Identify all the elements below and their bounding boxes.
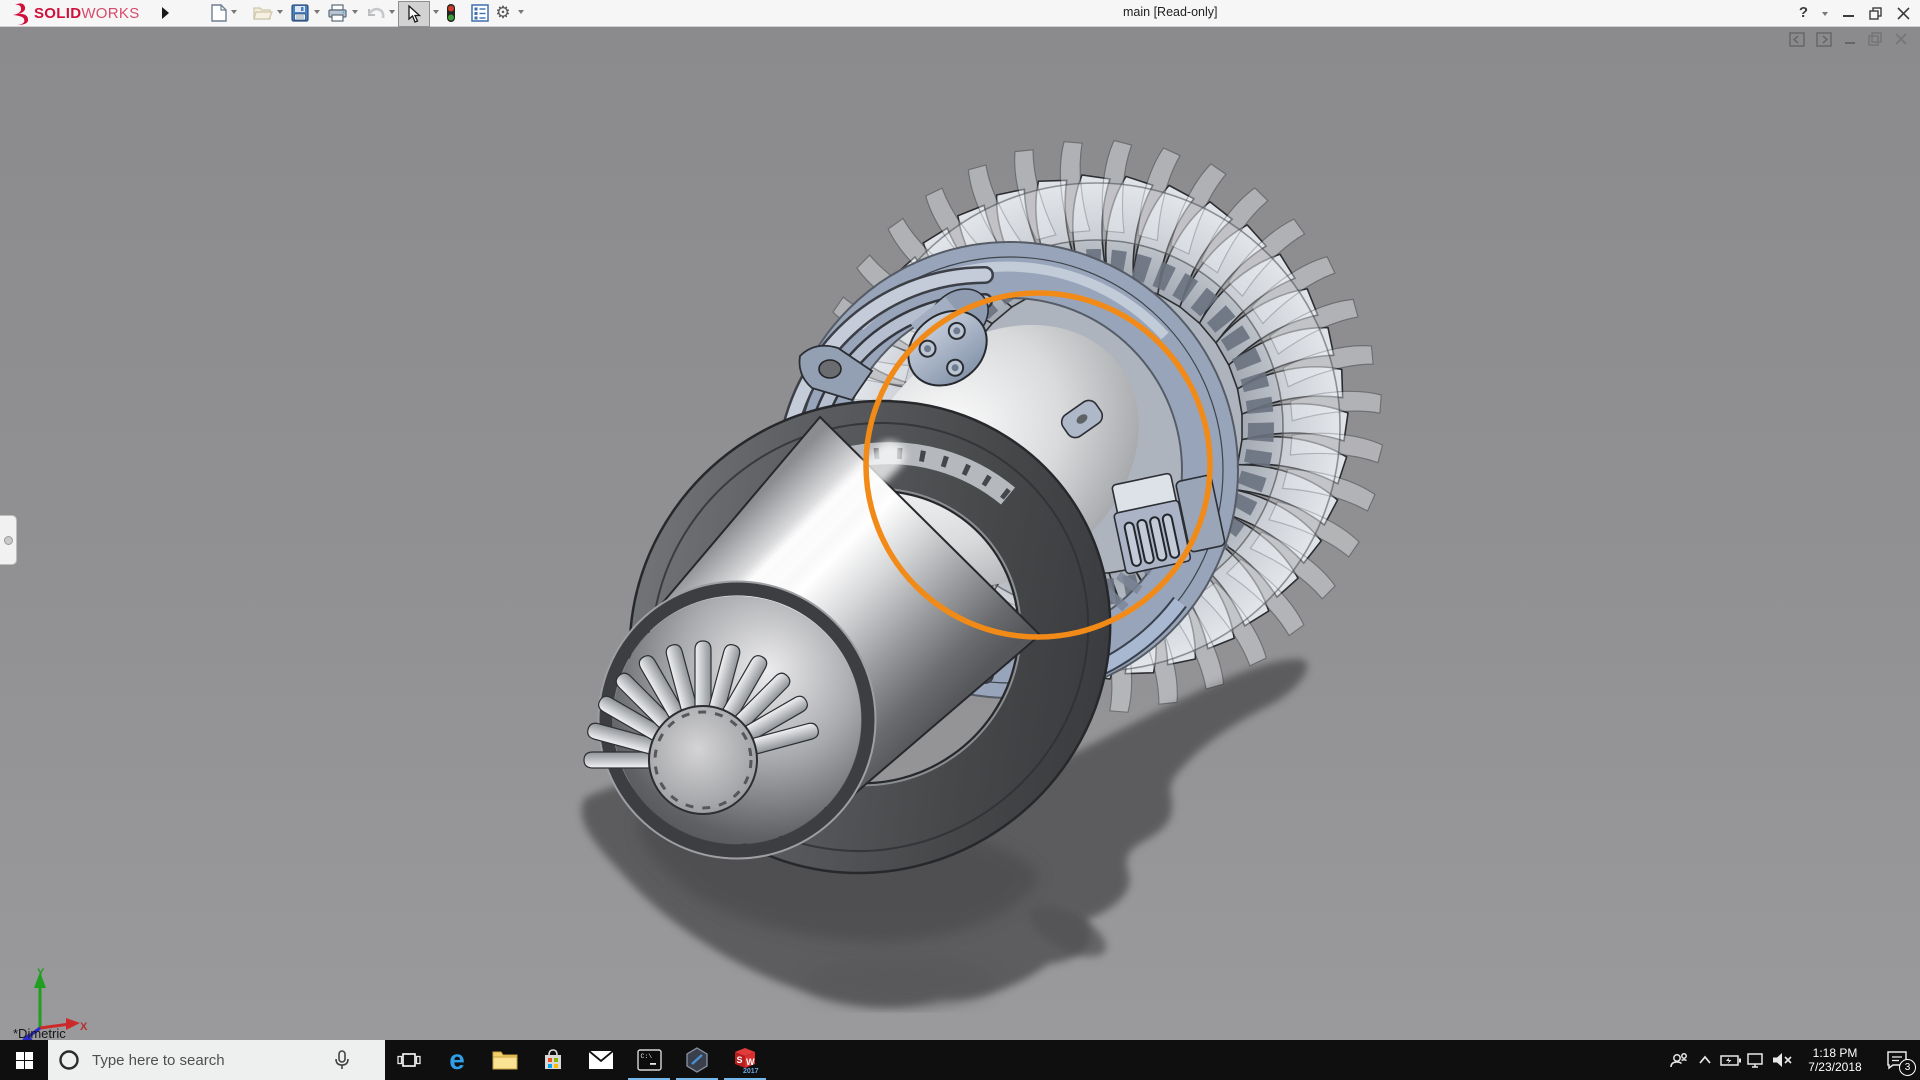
windows-taskbar: e C:\ S W 2017: [0, 1040, 1920, 1080]
system-tray: 1:18 PM 7/23/2018 3: [1666, 1040, 1920, 1080]
model-viewport[interactable]: [0, 26, 1920, 1040]
save-icon[interactable]: [289, 2, 311, 24]
menu-flyout-arrow[interactable]: [158, 3, 172, 23]
chevron-up-icon[interactable]: [1692, 1040, 1718, 1080]
shaft-hub: [649, 706, 757, 814]
close-icon[interactable]: [1894, 32, 1908, 47]
notification-badge: 3: [1899, 1059, 1916, 1076]
svg-text:S: S: [737, 1055, 743, 1065]
titlebar: SOLIDWORKS ⚙ main [Read-only] ?: [0, 0, 1920, 27]
action-center-icon[interactable]: 3: [1874, 1040, 1920, 1080]
edge-browser-icon[interactable]: e: [433, 1040, 481, 1080]
network-icon[interactable]: [1744, 1040, 1770, 1080]
svg-text:W: W: [746, 1057, 755, 1067]
print-icon[interactable]: [326, 2, 348, 24]
graphics-area[interactable]: Y X *Dimetric: [0, 26, 1920, 1040]
appearance-traffic-light-icon[interactable]: [440, 2, 462, 24]
hexagon-app-icon[interactable]: [673, 1040, 721, 1080]
new-dropdown-caret[interactable]: [231, 10, 237, 14]
restore-icon[interactable]: [1868, 32, 1883, 47]
select-dropdown-caret[interactable]: [433, 10, 439, 14]
taskbar-clock[interactable]: 1:18 PM 7/23/2018: [1796, 1046, 1874, 1074]
document-window-controls: [1789, 32, 1908, 47]
minimize-icon[interactable]: [1843, 32, 1857, 47]
close-button[interactable]: [1897, 7, 1910, 20]
solidworks-logo: SOLIDWORKS: [0, 0, 140, 26]
svg-text:2017: 2017: [743, 1068, 759, 1074]
select-cursor-icon[interactable]: [398, 1, 430, 27]
mail-icon[interactable]: [577, 1040, 625, 1080]
open-icon[interactable]: [252, 2, 274, 24]
brand-solid: SOLID: [34, 5, 81, 22]
taskbar-search[interactable]: [48, 1040, 385, 1080]
display-pane-icon[interactable]: [469, 2, 491, 24]
help-button[interactable]: ?: [1799, 0, 1808, 26]
pane-right-icon[interactable]: [1816, 32, 1832, 47]
print-dropdown-caret[interactable]: [352, 10, 358, 14]
options-dropdown-caret[interactable]: [518, 10, 524, 14]
undo-dropdown-caret[interactable]: [389, 10, 395, 14]
view-orientation-label: *Dimetric: [13, 1026, 66, 1040]
minimize-button[interactable]: [1842, 7, 1855, 20]
brand-works: WORKS: [81, 5, 139, 22]
help-dropdown-caret[interactable]: [1822, 12, 1828, 16]
options-gear-icon[interactable]: ⚙: [492, 2, 514, 24]
battery-icon[interactable]: [1718, 1040, 1744, 1080]
search-input[interactable]: [90, 1051, 324, 1070]
clock-time: 1:18 PM: [1800, 1046, 1870, 1060]
cortana-icon: [58, 1049, 80, 1071]
new-document-icon[interactable]: [208, 2, 230, 24]
start-button[interactable]: [0, 1040, 48, 1080]
triad-y-label: Y: [37, 967, 45, 979]
undo-icon[interactable]: [364, 2, 386, 24]
window-title: main [Read-only]: [1123, 5, 1218, 19]
file-explorer-icon[interactable]: [481, 1040, 529, 1080]
people-icon[interactable]: [1666, 1040, 1692, 1080]
microphone-icon[interactable]: [334, 1049, 350, 1071]
microsoft-store-icon[interactable]: [529, 1040, 577, 1080]
feature-tree-flyout-tab[interactable]: [0, 515, 17, 565]
triad-x-label: X: [80, 1021, 88, 1033]
task-view-button[interactable]: [385, 1040, 433, 1080]
save-dropdown-caret[interactable]: [314, 10, 320, 14]
clock-date: 7/23/2018: [1800, 1060, 1870, 1074]
dassault-3ds-mark: [8, 0, 34, 26]
svg-text:C:\: C:\: [640, 1053, 652, 1060]
pane-left-icon[interactable]: [1789, 32, 1805, 47]
open-dropdown-caret[interactable]: [277, 10, 283, 14]
volume-muted-icon[interactable]: [1770, 1040, 1796, 1080]
restore-button[interactable]: [1869, 7, 1883, 20]
command-prompt-icon[interactable]: C:\: [625, 1040, 673, 1080]
solidworks-2017-icon[interactable]: S W 2017: [721, 1040, 769, 1080]
